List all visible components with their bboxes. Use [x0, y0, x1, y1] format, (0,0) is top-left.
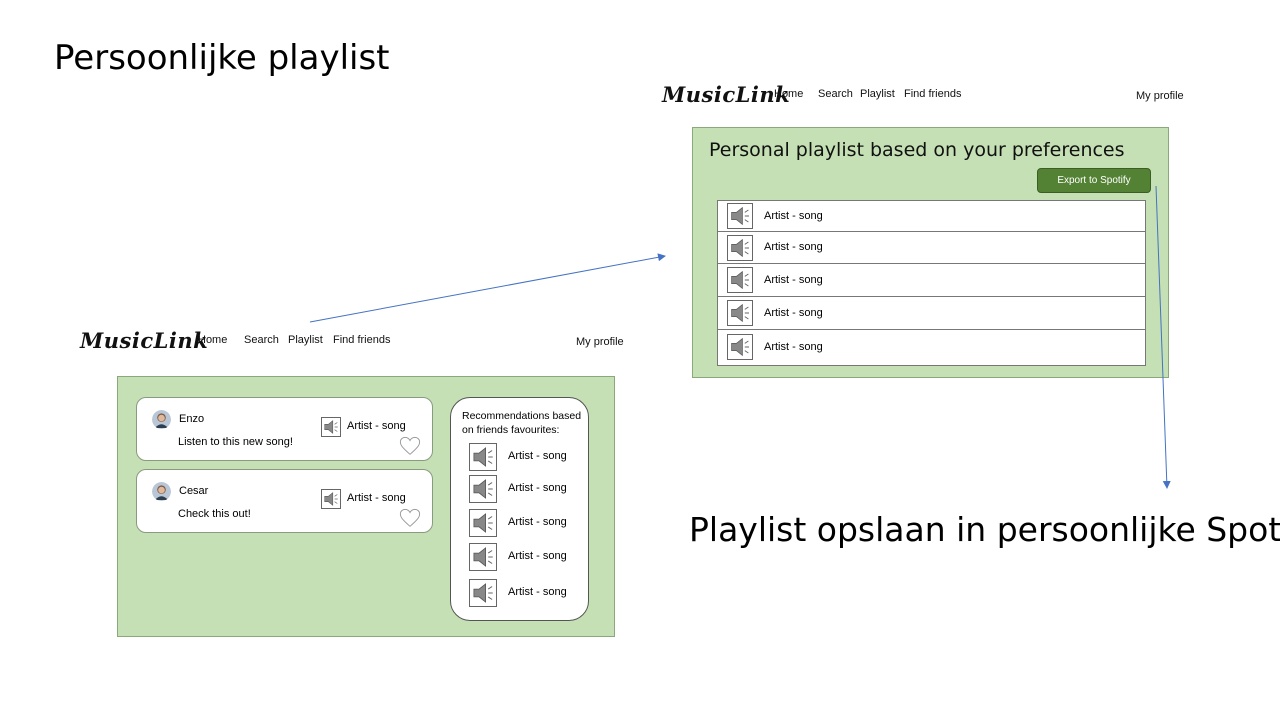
- export-to-spotify-button[interactable]: Export to Spotify: [1037, 168, 1151, 193]
- rec-song-label[interactable]: Artist - song: [508, 516, 567, 528]
- rec-song-label[interactable]: Artist - song: [508, 586, 567, 598]
- speaker-icon[interactable]: [469, 579, 497, 607]
- slide-title: Persoonlijke playlist: [54, 38, 390, 78]
- nav-playlist[interactable]: Playlist: [860, 88, 895, 100]
- avatar-icon: [152, 482, 171, 501]
- table-row[interactable]: Artist - song: [718, 201, 1145, 232]
- table-row[interactable]: Artist - song: [718, 232, 1145, 264]
- nav-home[interactable]: Home: [774, 88, 803, 100]
- list-item[interactable]: Artist - song: [469, 443, 581, 471]
- post-username: Enzo: [179, 413, 205, 425]
- post-username: Cesar: [179, 485, 209, 497]
- playlist-song-label[interactable]: Artist - song: [764, 241, 823, 253]
- rec-song-label[interactable]: Artist - song: [508, 482, 567, 494]
- table-row[interactable]: Artist - song: [718, 330, 1145, 365]
- playlist-song-label[interactable]: Artist - song: [764, 307, 823, 319]
- speaker-icon[interactable]: [727, 334, 753, 360]
- speaker-icon[interactable]: [321, 489, 341, 509]
- rec-song-label[interactable]: Artist - song: [508, 450, 567, 462]
- nav-my-profile[interactable]: My profile: [1136, 90, 1184, 102]
- list-item[interactable]: Artist - song: [469, 509, 581, 537]
- recommendations-title: Recommendations based on friends favouri…: [462, 410, 582, 436]
- speaker-icon[interactable]: [469, 509, 497, 537]
- list-item[interactable]: Artist - song: [469, 475, 581, 503]
- table-row[interactable]: Artist - song: [718, 264, 1145, 297]
- post-card[interactable]: Enzo Listen to this new song! Artist - s…: [136, 397, 433, 461]
- avatar-icon: [152, 410, 171, 429]
- speaker-icon[interactable]: [469, 543, 497, 571]
- nav-playlist[interactable]: Playlist: [288, 334, 323, 346]
- heart-icon[interactable]: [399, 436, 421, 456]
- rec-song-label[interactable]: Artist - song: [508, 550, 567, 562]
- nav-home[interactable]: Home: [198, 334, 227, 346]
- playlist-song-label[interactable]: Artist - song: [764, 210, 823, 222]
- speaker-icon[interactable]: [469, 475, 497, 503]
- post-card[interactable]: Cesar Check this out! Artist - song: [136, 469, 433, 533]
- playlist-song-label[interactable]: Artist - song: [764, 341, 823, 353]
- nav-search[interactable]: Search: [244, 334, 279, 346]
- speaker-icon[interactable]: [727, 203, 753, 229]
- nav-search[interactable]: Search: [818, 88, 853, 100]
- speaker-icon[interactable]: [727, 267, 753, 293]
- arrow-to-playlist: [309, 253, 666, 323]
- playlist-song-label[interactable]: Artist - song: [764, 274, 823, 286]
- table-row[interactable]: Artist - song: [718, 297, 1145, 330]
- post-song-label[interactable]: Artist - song: [347, 492, 406, 504]
- nav-find-friends[interactable]: Find friends: [904, 88, 961, 100]
- speaker-icon[interactable]: [727, 300, 753, 326]
- nav-find-friends[interactable]: Find friends: [333, 334, 390, 346]
- speaker-icon[interactable]: [469, 443, 497, 471]
- recommendations-box: Recommendations based on friends favouri…: [450, 397, 589, 621]
- post-message: Check this out!: [178, 508, 251, 520]
- post-message: Listen to this new song!: [178, 436, 293, 448]
- personal-playlist-panel: Personal playlist based on your preferen…: [692, 127, 1169, 378]
- speaker-icon[interactable]: [321, 417, 341, 437]
- heart-icon[interactable]: [399, 508, 421, 528]
- speaker-icon[interactable]: [727, 235, 753, 261]
- musiclink-logo[interactable]: MusicLink: [80, 328, 208, 353]
- post-song-label[interactable]: Artist - song: [347, 420, 406, 432]
- slide-caption: Playlist opslaan in persoonlijke Spotify: [689, 510, 1280, 549]
- list-item[interactable]: Artist - song: [469, 543, 581, 571]
- musiclink-logo[interactable]: MusicLink: [662, 82, 790, 107]
- playlist-heading: Personal playlist based on your preferen…: [709, 139, 1125, 161]
- nav-my-profile[interactable]: My profile: [576, 336, 624, 348]
- list-item[interactable]: Artist - song: [469, 579, 581, 607]
- playlist-list: Artist - song Artist - song Artist - son…: [717, 200, 1146, 366]
- feed-panel: Enzo Listen to this new song! Artist - s…: [117, 376, 615, 637]
